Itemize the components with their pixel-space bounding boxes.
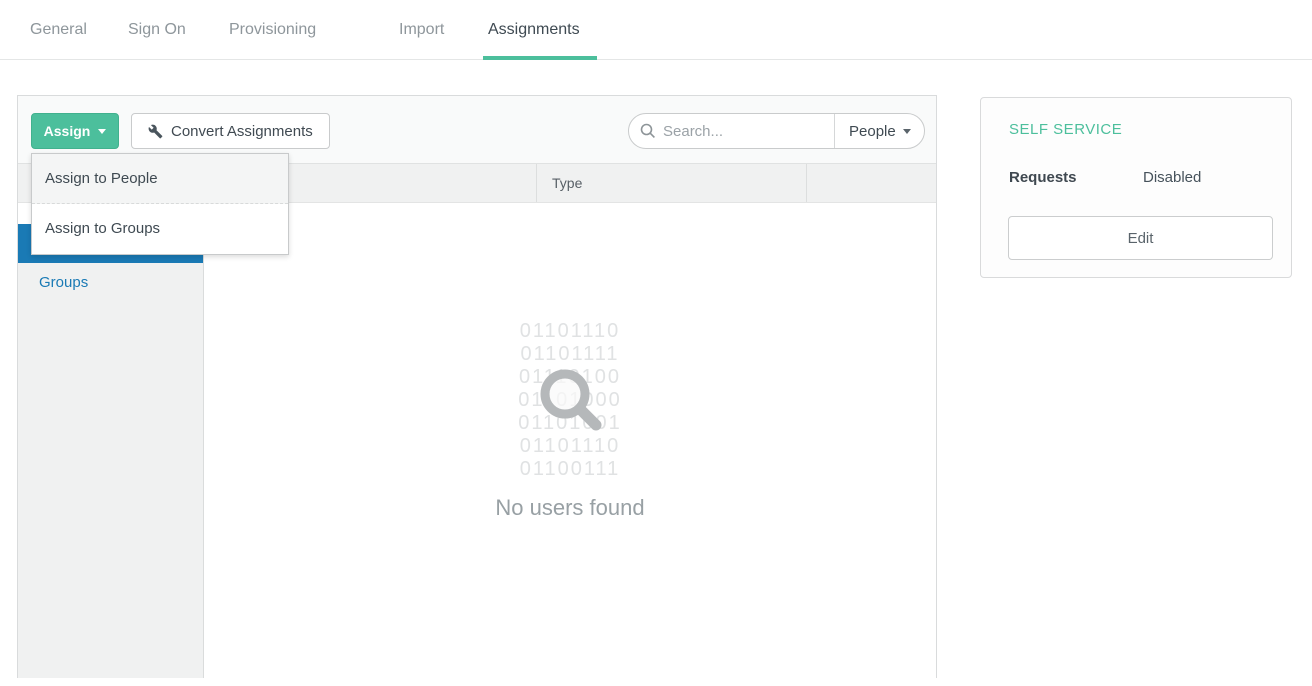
- menu-item-assign-to-groups[interactable]: Assign to Groups: [32, 204, 288, 254]
- binary-line: 01101110: [204, 435, 936, 458]
- assignments-panel: Assign Convert Assignments P: [17, 95, 937, 678]
- empty-state-area: 01101110 01101111 01110100 01101000 0110…: [204, 203, 936, 678]
- chevron-down-icon: [98, 129, 106, 134]
- convert-assignments-button[interactable]: Convert Assignments: [131, 113, 330, 149]
- edit-button[interactable]: Edit: [1008, 216, 1273, 260]
- requests-label: Requests: [1009, 169, 1077, 186]
- search-input[interactable]: [663, 123, 823, 140]
- binary-line: 01100111: [204, 458, 936, 481]
- convert-assignments-label: Convert Assignments: [171, 123, 313, 140]
- app-assignments-page: General Sign On Provisioning Import Assi…: [0, 0, 1312, 686]
- binary-line: 01101110: [204, 320, 936, 343]
- requests-row: Requests Disabled: [1009, 169, 1269, 186]
- empty-state-message: No users found: [204, 495, 936, 521]
- tab-import[interactable]: Import: [399, 21, 444, 39]
- tab-bar: General Sign On Provisioning Import Assi…: [0, 0, 1312, 60]
- assign-button[interactable]: Assign: [31, 113, 119, 149]
- search-scope-dropdown[interactable]: People: [834, 114, 924, 148]
- self-service-title: SELF SERVICE: [1009, 121, 1122, 138]
- search-scope-value: People: [849, 123, 896, 140]
- chevron-down-icon: [903, 129, 911, 134]
- requests-status-value: Disabled: [1143, 169, 1201, 186]
- binary-art: 01101110 01101111 01110100 01101000 0110…: [204, 203, 936, 481]
- menu-item-assign-to-people[interactable]: Assign to People: [32, 154, 288, 204]
- column-header-actions: [806, 164, 936, 202]
- self-service-panel: SELF SERVICE Requests Disabled Edit: [980, 97, 1292, 278]
- tab-general[interactable]: General: [30, 21, 87, 39]
- column-header-type: Type: [536, 164, 806, 202]
- assign-dropdown-menu: Assign to People Assign to Groups: [31, 153, 289, 255]
- search-icon: [640, 123, 656, 139]
- wrench-icon: [148, 124, 163, 139]
- sidebar-item-groups[interactable]: Groups: [18, 263, 203, 303]
- tab-assignments[interactable]: Assignments: [488, 21, 580, 39]
- sidebar-background: Groups: [18, 263, 203, 678]
- tab-sign-on[interactable]: Sign On: [128, 21, 186, 39]
- sidebar: Groups: [18, 203, 204, 678]
- search-box: [629, 114, 834, 148]
- search-bar: People: [628, 113, 925, 149]
- magnifier-icon: [534, 363, 608, 437]
- tab-provisioning[interactable]: Provisioning: [229, 21, 316, 39]
- type-column-label: Type: [552, 175, 582, 191]
- active-tab-underline: [483, 56, 597, 60]
- assign-button-label: Assign: [44, 123, 91, 139]
